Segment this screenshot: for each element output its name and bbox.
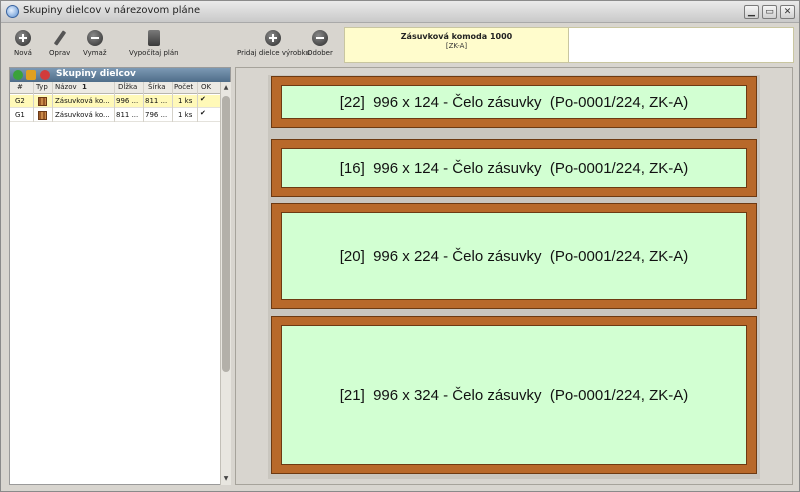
add-group-icon[interactable] — [13, 70, 23, 80]
row-count: 1 ks — [178, 97, 193, 105]
column-header-ok[interactable]: OK — [201, 83, 211, 91]
plus-icon — [14, 30, 31, 46]
row-name: Zásuvková ko... — [55, 97, 110, 105]
board-sheet: [22] 996 x 124 - Čelo zásuvky (Po-0001/2… — [268, 75, 760, 479]
column-divider — [197, 82, 198, 122]
column-divider — [172, 82, 173, 122]
minus-icon — [311, 30, 328, 46]
cutting-plan-view: [22] 996 x 124 - Čelo zásuvky (Po-0001/2… — [235, 67, 793, 485]
edit-button[interactable]: Oprav — [49, 30, 70, 57]
part-groups-panel: Skupiny dielcov # Typ Názov 1 Dĺžka Šírk… — [9, 67, 231, 485]
check-icon: ✔ — [200, 109, 206, 117]
plus-icon — [265, 30, 282, 46]
row-width: 811 ... — [145, 97, 168, 105]
remove-button[interactable]: Odober — [307, 30, 333, 57]
column-header-length[interactable]: Dĺžka — [118, 83, 137, 91]
scroll-down-arrow-icon[interactable]: ▼ — [221, 474, 231, 484]
edit-label: Oprav — [49, 49, 71, 57]
part-piece[interactable]: [20] 996 x 224 - Čelo zásuvky (Po-0001/2… — [271, 203, 757, 309]
column-header-width[interactable]: Šírka — [148, 83, 166, 91]
board-type-icon — [38, 97, 47, 106]
panel-title: Skupiny dielcov — [56, 69, 136, 79]
column-header-number[interactable]: # — [17, 83, 23, 91]
panel-header: Skupiny dielcov — [10, 68, 230, 82]
column-divider — [114, 82, 115, 122]
check-icon: ✔ — [200, 95, 206, 103]
table-row[interactable]: G1 Zásuvková ko... 811 ... 796 ... 1 ks … — [10, 109, 220, 122]
sort-indicator: 1 — [82, 83, 87, 91]
part-label: [20] 996 x 224 - Čelo zásuvky (Po-0001/2… — [339, 247, 689, 265]
product-name: Zásuvková komoda 1000 — [400, 32, 513, 41]
compute-plan-label: Vypočítaj plán — [129, 49, 179, 57]
column-header-type[interactable]: Typ — [36, 83, 48, 91]
title-bar: Skupiny dielcov v nárezovom pláne ▁ ▭ ✕ — [1, 1, 799, 23]
maximize-button[interactable]: ▭ — [762, 5, 777, 19]
close-button[interactable]: ✕ — [780, 5, 795, 19]
board-type-icon — [38, 111, 47, 120]
main-window: Skupiny dielcov v nárezovom pláne ▁ ▭ ✕ … — [0, 0, 800, 492]
edit-group-icon[interactable] — [26, 70, 36, 80]
part-face: [21] 996 x 324 - Čelo zásuvky (Po-0001/2… — [281, 325, 747, 465]
part-face: [22] 996 x 124 - Čelo zásuvky (Po-0001/2… — [281, 85, 747, 119]
row-id: G2 — [15, 97, 25, 105]
minimize-button[interactable]: ▁ — [744, 5, 759, 19]
product-info-box: Zásuvková komoda 1000 [ZK-A] — [344, 27, 569, 63]
scroll-thumb[interactable] — [222, 96, 230, 372]
row-width: 796 ... — [145, 111, 168, 119]
window-title: Skupiny dielcov v nárezovom pláne — [23, 5, 201, 16]
part-piece[interactable]: [22] 996 x 124 - Čelo zásuvky (Po-0001/2… — [271, 76, 757, 128]
column-divider — [143, 82, 144, 122]
row-id: G1 — [15, 111, 25, 119]
calculator-icon — [147, 30, 160, 46]
delete-group-icon[interactable] — [40, 70, 50, 80]
part-label: [16] 996 x 124 - Čelo zásuvky (Po-0001/2… — [339, 159, 689, 177]
add-product-parts-label: Pridaj dielce výrobku — [237, 49, 310, 57]
column-header-name[interactable]: Názov — [55, 83, 77, 91]
minus-icon — [86, 30, 103, 46]
add-product-parts-button[interactable]: Pridaj dielce výrobku — [237, 30, 310, 57]
part-label: [21] 996 x 324 - Čelo zásuvky (Po-0001/2… — [339, 386, 689, 404]
grid-header: # Typ Názov 1 Dĺžka Šírka Počet OK — [10, 82, 220, 94]
new-button[interactable]: Nová — [14, 30, 32, 57]
column-divider — [33, 82, 34, 122]
part-piece[interactable]: [16] 996 x 124 - Čelo zásuvky (Po-0001/2… — [271, 139, 757, 197]
app-icon — [6, 5, 19, 18]
new-label: Nová — [14, 49, 32, 57]
part-piece[interactable]: [21] 996 x 324 - Čelo zásuvky (Po-0001/2… — [271, 316, 757, 474]
vertical-scrollbar[interactable]: ▲ ▼ — [220, 82, 231, 485]
compute-plan-button[interactable]: Vypočítaj plán — [129, 30, 179, 57]
part-label: [22] 996 x 124 - Čelo zásuvky (Po-0001/2… — [339, 93, 689, 111]
part-face: [16] 996 x 124 - Čelo zásuvky (Po-0001/2… — [281, 148, 747, 188]
column-header-count[interactable]: Počet — [174, 83, 193, 91]
delete-label: Vymaž — [83, 49, 107, 57]
delete-button[interactable]: Vymaž — [83, 30, 107, 57]
pencil-icon — [52, 30, 68, 46]
row-count: 1 ks — [178, 111, 193, 119]
row-length: 996 ... — [116, 97, 139, 105]
product-info-blank — [569, 27, 794, 63]
column-divider — [52, 82, 53, 122]
row-length: 811 ... — [116, 111, 139, 119]
product-code: [ZK-A] — [445, 42, 468, 50]
remove-label: Odober — [307, 49, 333, 57]
part-face: [20] 996 x 224 - Čelo zásuvky (Po-0001/2… — [281, 212, 747, 300]
table-row[interactable]: G2 Zásuvková ko... 996 ... 811 ... 1 ks … — [10, 95, 220, 108]
scroll-up-arrow-icon[interactable]: ▲ — [221, 83, 231, 93]
row-name: Zásuvková ko... — [55, 111, 110, 119]
